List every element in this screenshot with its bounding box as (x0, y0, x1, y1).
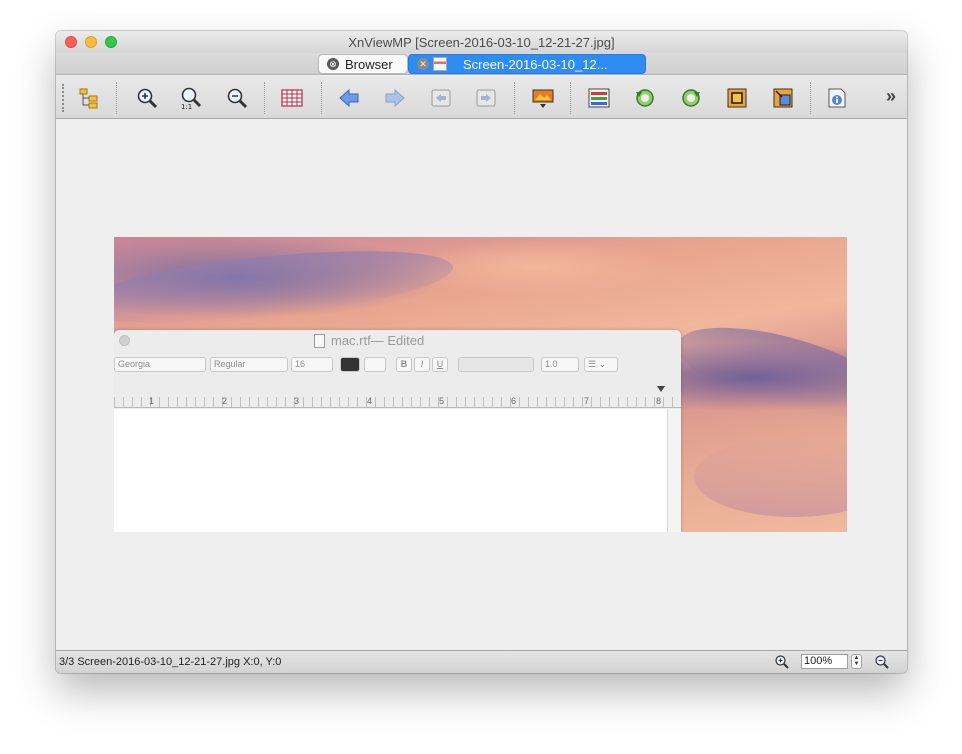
italic-button: I (414, 357, 430, 372)
ruler-number: 4 (367, 396, 373, 406)
highlight-color-swatch (364, 357, 386, 372)
tab-stop-marker (657, 386, 665, 392)
crop-icon[interactable] (724, 85, 750, 111)
font-family-select: Georgia (114, 357, 206, 372)
tab-label: Browser (345, 56, 393, 72)
ruler: 1 2 3 4 5 6 7 8 (114, 378, 681, 408)
doc-window-button (119, 335, 130, 346)
toolbar-separator (264, 82, 265, 114)
close-tab-icon[interactable]: ⊗ (327, 58, 339, 70)
bold-button: B (396, 357, 412, 372)
dune-shadow (114, 237, 457, 337)
info-icon[interactable] (824, 85, 850, 111)
toolbar-separator (810, 82, 811, 114)
image-file-icon (433, 57, 447, 71)
svg-text:1:1: 1:1 (181, 103, 192, 110)
back-arrow-icon[interactable] (336, 85, 362, 111)
toolbar-separator (321, 82, 322, 114)
zoom-stepper[interactable]: ▲ ▼ (851, 654, 862, 669)
image-viewer[interactable]: mac.rtf — Edited Georgia Regular 16 B I … (56, 120, 907, 650)
zoom-out-icon[interactable] (224, 85, 250, 111)
close-tab-icon[interactable]: ✕ (417, 58, 429, 70)
tab-bar: ⊗ Browser ✕ Screen-2016-03-10_12... (56, 53, 907, 75)
line-spacing-select: 1.0 (541, 357, 579, 372)
alignment-buttons (458, 357, 534, 372)
window-title: XnViewMP [Screen-2016-03-10_12-21-27.jpg… (348, 35, 615, 50)
zoom-in-icon[interactable] (774, 654, 790, 673)
toolbar: 1:1 » (56, 76, 907, 119)
previous-image-icon[interactable] (428, 85, 454, 111)
ruler-number: 7 (584, 396, 590, 406)
ruler-number: 1 (149, 396, 155, 406)
text-color-swatch (340, 357, 360, 372)
dune-shadow (668, 309, 847, 435)
rotate-right-icon[interactable] (678, 85, 704, 111)
toolbar-separator (116, 82, 117, 114)
ruler-number: 6 (511, 396, 517, 406)
status-text: 3/3 Screen-2016-03-10_12-21-27.jpg X:0, … (59, 656, 282, 668)
forward-arrow-icon[interactable] (382, 85, 408, 111)
doc-edited: — Edited (370, 333, 425, 348)
textedit-window: mac.rtf — Edited Georgia Regular 16 B I … (114, 330, 681, 532)
toolbar-grip[interactable] (62, 84, 64, 112)
displayed-image: mac.rtf — Edited Georgia Regular 16 B I … (114, 237, 847, 532)
ruler-number: 2 (222, 396, 228, 406)
slideshow-icon[interactable] (530, 85, 556, 111)
doc-title: mac.rtf — Edited (314, 333, 424, 348)
dune-shadow (694, 437, 847, 517)
list-style-select: ☰ ⌄ (584, 357, 618, 372)
document-icon (314, 333, 325, 348)
app-window: XnViewMP [Screen-2016-03-10_12-21-27.jpg… (56, 31, 907, 673)
doc-filename: mac.rtf (331, 333, 371, 348)
grid-icon[interactable] (279, 85, 305, 111)
underline-button: U (432, 357, 448, 372)
resize-icon[interactable] (770, 85, 796, 111)
folder-tree-icon[interactable] (76, 85, 102, 111)
doc-scroll-area (667, 409, 681, 532)
ruler-ticks (114, 397, 681, 407)
toolbar-more-button[interactable]: » (886, 86, 896, 107)
format-bar: Georgia Regular 16 B I U 1.0 ☰ ⌄ (114, 355, 681, 375)
ruler-number: 3 (294, 396, 300, 406)
font-style-select: Regular (210, 357, 288, 372)
ruler-number: 8 (656, 396, 662, 406)
status-bar: 3/3 Screen-2016-03-10_12-21-27.jpg X:0, … (56, 650, 907, 673)
title-bar[interactable]: XnViewMP [Screen-2016-03-10_12-21-27.jpg… (56, 31, 907, 53)
next-image-icon[interactable] (473, 85, 499, 111)
adjust-icon[interactable] (586, 85, 612, 111)
font-size-select: 16 (291, 357, 333, 372)
zoom-1to1-icon[interactable]: 1:1 (178, 85, 204, 111)
toolbar-separator (514, 82, 515, 114)
zoom-in-icon[interactable] (134, 85, 160, 111)
zoom-out-icon[interactable] (874, 654, 890, 673)
tab-image[interactable]: ✕ Screen-2016-03-10_12... (408, 54, 646, 74)
toolbar-separator (570, 82, 571, 114)
document-page (114, 409, 667, 532)
rotate-left-icon[interactable] (632, 85, 658, 111)
ruler-number: 5 (439, 396, 445, 406)
zoom-level-field[interactable]: 100% (801, 654, 848, 669)
tab-browser[interactable]: ⊗ Browser (318, 54, 408, 74)
tab-label: Screen-2016-03-10_12... (463, 56, 608, 72)
